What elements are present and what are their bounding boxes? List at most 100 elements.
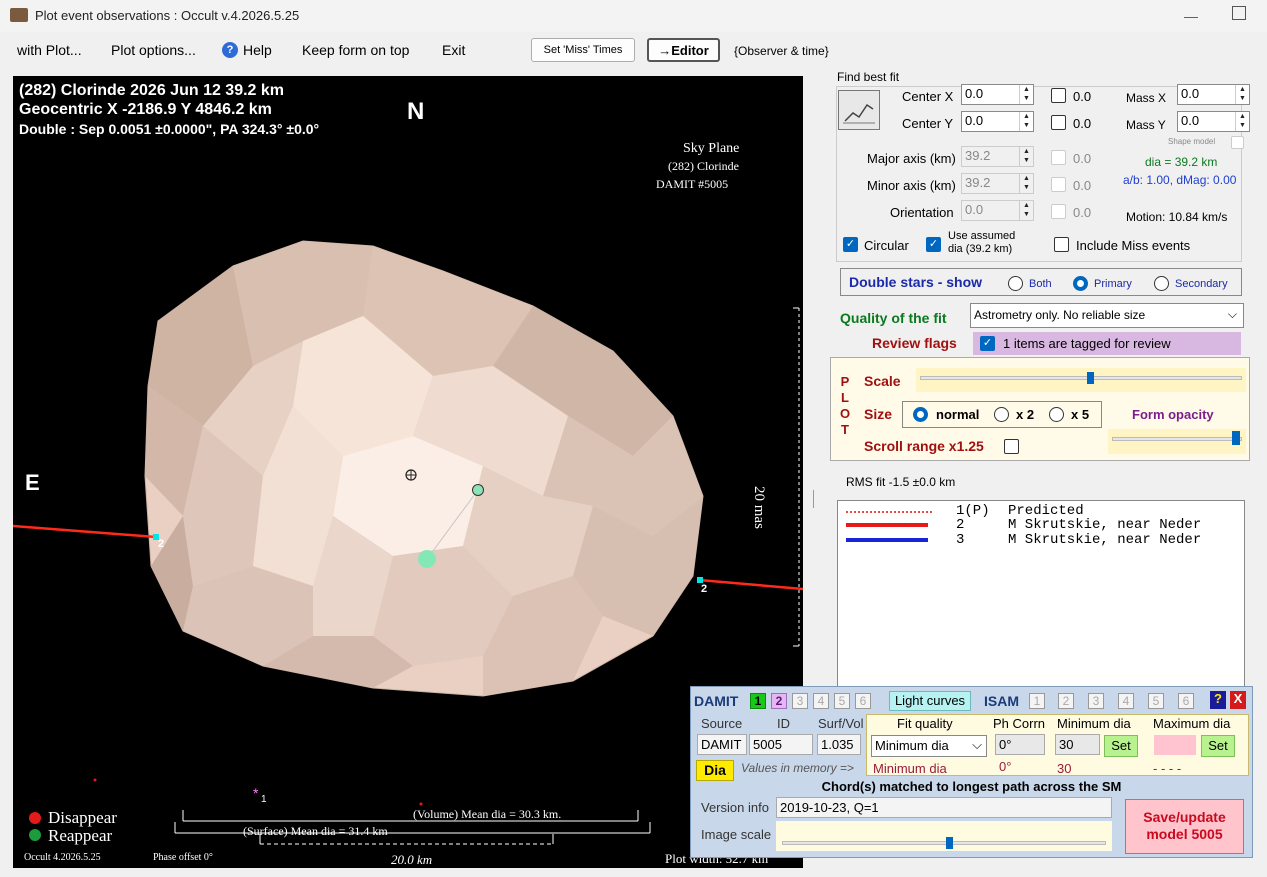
- center-y-label: Center Y: [902, 116, 954, 131]
- menu-with-plot[interactable]: with Plot...: [17, 42, 82, 58]
- dia-label: dia = 39.2 km: [1145, 155, 1218, 169]
- min-dia-input[interactable]: 30: [1055, 734, 1100, 755]
- orientation-label: Orientation: [890, 205, 954, 220]
- fit-quality-select[interactable]: Minimum dia ⌵: [871, 735, 987, 757]
- isam-model-2[interactable]: 2: [1058, 693, 1074, 709]
- svg-text:*: *: [253, 785, 259, 801]
- save-update-model-button[interactable]: Save/update model 5005: [1125, 799, 1244, 854]
- isam-model-3[interactable]: 3: [1088, 693, 1104, 709]
- maximize-button[interactable]: [1232, 6, 1246, 20]
- image-scale-slider[interactable]: [776, 821, 1112, 851]
- shape-model-checkbox[interactable]: [1231, 136, 1244, 149]
- min-dia-header: Minimum dia: [1057, 716, 1131, 731]
- ph-corr-input[interactable]: 0°: [995, 734, 1045, 755]
- size-normal-radio[interactable]: [913, 407, 928, 422]
- splitter[interactable]: [813, 490, 814, 508]
- fit-quality-header: Fit quality: [897, 716, 953, 731]
- menu-plot-options[interactable]: Plot options...: [111, 42, 196, 58]
- east-label: E: [25, 470, 40, 495]
- primary-radio[interactable]: [1073, 276, 1088, 291]
- major-axis-input[interactable]: 39.2 ▲ ▼: [961, 146, 1034, 167]
- menu-exit[interactable]: Exit: [442, 42, 465, 58]
- circular-checkbox[interactable]: ✓: [843, 237, 858, 252]
- damit-model-2[interactable]: 2: [771, 693, 787, 709]
- fit-chart-button[interactable]: [838, 90, 880, 130]
- menu-keep-on-top[interactable]: Keep form on top: [302, 42, 409, 58]
- circular-label: Circular: [864, 238, 909, 253]
- damit-model-3[interactable]: 3: [792, 693, 808, 709]
- min-dia-set-button[interactable]: Set: [1104, 735, 1138, 757]
- light-curves-button[interactable]: Light curves: [889, 691, 971, 711]
- scale-km-label: 20.0 km: [391, 852, 433, 867]
- help-icon[interactable]: ?: [222, 42, 238, 58]
- image-scale-slider-thumb[interactable]: [946, 837, 953, 849]
- major-axis-checkbox[interactable]: [1051, 150, 1066, 165]
- mass-y-label: Mass Y: [1126, 118, 1166, 132]
- source-value: DAMIT: [697, 734, 747, 755]
- use-assumed-checkbox[interactable]: ✓: [926, 237, 941, 252]
- set-miss-times-button[interactable]: Set 'Miss' Times: [531, 38, 635, 62]
- form-opacity-slider[interactable]: [1108, 429, 1246, 454]
- chevron-down-icon: ⌵: [972, 737, 982, 752]
- review-flags-box[interactable]: ✓ 1 items are tagged for review: [973, 332, 1241, 355]
- center-y-checkbox[interactable]: [1051, 115, 1066, 130]
- damit-model-5[interactable]: 5: [834, 693, 850, 709]
- max-dia-set-button[interactable]: Set: [1201, 735, 1235, 757]
- max-dia-input[interactable]: [1154, 735, 1196, 755]
- observer-time-label[interactable]: {Observer & time}: [734, 44, 829, 58]
- minor-axis-checkbox[interactable]: [1051, 177, 1066, 192]
- size-x5-radio[interactable]: [1049, 407, 1064, 422]
- center-x-input[interactable]: 0.0 ▲ ▼: [961, 84, 1034, 105]
- spin-arrows-icon: ▲ ▼: [1019, 201, 1033, 220]
- orientation-input[interactable]: 0.0 ▲ ▼: [961, 200, 1034, 221]
- legend-num-2: 2: [956, 517, 965, 533]
- dia-button[interactable]: Dia: [696, 760, 734, 781]
- review-flags-checkbox[interactable]: ✓: [980, 336, 995, 351]
- damit-model-6[interactable]: 6: [855, 693, 871, 709]
- damit-model-4[interactable]: 4: [813, 693, 829, 709]
- mass-y-input[interactable]: 0.0 ▲ ▼: [1177, 111, 1250, 132]
- minor-axis-input[interactable]: 39.2 ▲ ▼: [961, 173, 1034, 194]
- isam-model-5[interactable]: 5: [1148, 693, 1164, 709]
- center-x-err: 0.0: [1073, 89, 1092, 104]
- isam-model-1[interactable]: 1: [1029, 693, 1045, 709]
- help-button[interactable]: ?: [1210, 691, 1226, 709]
- image-scale-label: Image scale: [701, 827, 772, 842]
- minor-axis-err: 0.0: [1073, 178, 1092, 193]
- title-bar: Plot event observations : Occult v.4.202…: [0, 0, 1267, 32]
- both-radio[interactable]: [1008, 276, 1023, 291]
- mass-x-input[interactable]: 0.0 ▲ ▼: [1177, 84, 1250, 105]
- size-x2-radio[interactable]: [994, 407, 1009, 422]
- minimize-button[interactable]: —: [1176, 4, 1206, 28]
- isam-model-6[interactable]: 6: [1178, 693, 1194, 709]
- chord-label-left: 2: [158, 538, 165, 550]
- quality-select[interactable]: Astrometry only. No reliable size ⌵: [970, 303, 1244, 328]
- center-x-checkbox[interactable]: [1051, 88, 1066, 103]
- form-opacity-slider-thumb[interactable]: [1232, 431, 1240, 445]
- include-miss-checkbox[interactable]: [1054, 237, 1069, 252]
- menu-help[interactable]: Help: [243, 42, 272, 58]
- editor-button[interactable]: →Editor: [647, 38, 720, 62]
- scale-slider-thumb[interactable]: [1087, 372, 1094, 384]
- plot-canvas[interactable]: * (282) Clorinde 2026 Jun 12 39.2 km Geo…: [13, 76, 803, 868]
- scroll-range-checkbox[interactable]: [1004, 439, 1019, 454]
- asteroid-shape-svg: *: [13, 240, 803, 845]
- center-y-err: 0.0: [1073, 116, 1092, 131]
- legend-swatch-3: [846, 538, 928, 542]
- form-opacity-label: Form opacity: [1132, 407, 1214, 422]
- damit-model-1[interactable]: 1: [750, 693, 766, 709]
- scale-slider[interactable]: [916, 368, 1246, 392]
- damit-label: DAMIT: [694, 693, 739, 709]
- close-button[interactable]: X: [1230, 691, 1246, 709]
- minor-axis-label: Minor axis (km): [867, 178, 956, 193]
- legend-swatch-2: [846, 523, 928, 527]
- window-title: Plot event observations : Occult v.4.202…: [35, 8, 300, 23]
- isam-model-4[interactable]: 4: [1118, 693, 1134, 709]
- phase-offset-label: Phase offset 0°: [153, 852, 213, 863]
- scale-mas-label: 20 mas: [751, 486, 767, 529]
- chord-right: [698, 578, 803, 591]
- center-y-input[interactable]: 0.0 ▲ ▼: [961, 111, 1034, 132]
- secondary-radio[interactable]: [1154, 276, 1169, 291]
- orientation-checkbox[interactable]: [1051, 204, 1066, 219]
- size-normal-label: normal: [936, 407, 980, 422]
